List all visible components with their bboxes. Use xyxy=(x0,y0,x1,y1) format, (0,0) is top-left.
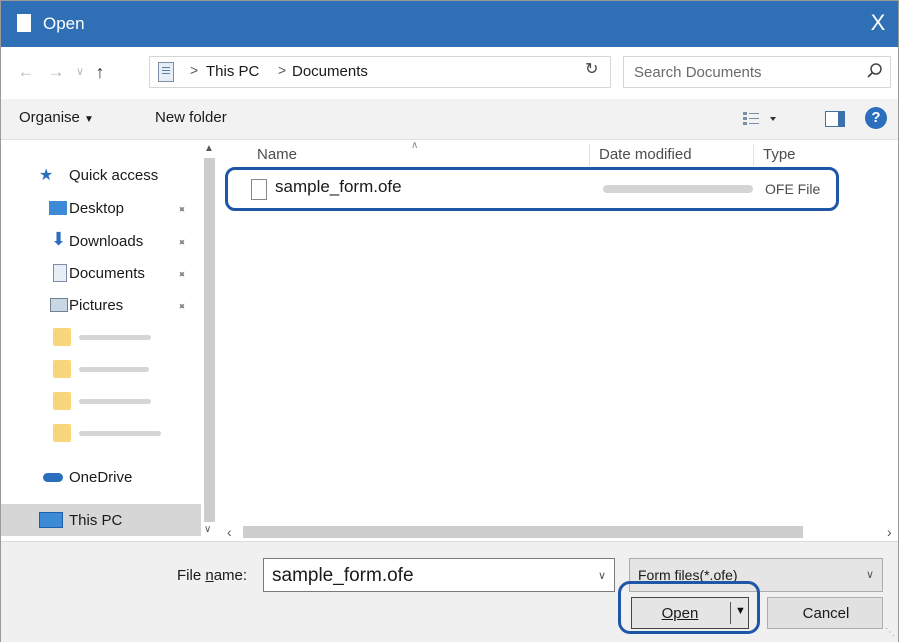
address-row: ← → ∨ ↑ > This PC > Documents ∨ ↻ xyxy=(1,47,898,99)
resize-grip-icon[interactable]: ⋱ xyxy=(885,627,895,638)
scrollbar-thumb[interactable] xyxy=(243,526,803,538)
nav-item-folder[interactable] xyxy=(1,420,201,448)
breadcrumb-this-pc[interactable]: This PC xyxy=(206,63,259,80)
open-button-highlight-annotation xyxy=(618,581,760,634)
documents-location-icon xyxy=(158,62,174,82)
sort-caret-icon: ∧ xyxy=(411,140,419,151)
recent-locations-chevron-icon[interactable]: ∨ xyxy=(69,61,91,83)
nav-item-folder[interactable] xyxy=(1,356,201,384)
new-folder-button[interactable]: New folder xyxy=(155,109,227,126)
open-dialog: Open X ← → ∨ ↑ > This PC > Documents ∨ ↻… xyxy=(0,0,899,642)
pin-icon: ✦ xyxy=(173,235,189,251)
folder-icon xyxy=(53,360,71,378)
preview-pane-icon[interactable] xyxy=(825,111,845,127)
nav-item-downloads[interactable]: ⬇ Downloads ✦ xyxy=(1,228,201,256)
column-divider[interactable] xyxy=(753,144,754,166)
close-icon[interactable]: X xyxy=(864,9,892,37)
nav-item-onedrive[interactable]: OneDrive xyxy=(1,464,201,492)
command-bar: Organise ▼ New folder ? xyxy=(1,99,898,140)
scrollbar-thumb[interactable] xyxy=(204,158,215,522)
file-name-input[interactable] xyxy=(270,562,584,590)
scroll-left-icon[interactable]: ‹ xyxy=(227,524,232,540)
up-arrow-icon[interactable]: ↑ xyxy=(89,61,111,83)
cloud-icon xyxy=(43,473,63,482)
nav-item-label: Documents xyxy=(69,265,145,282)
nav-item-label: OneDrive xyxy=(69,469,133,486)
organise-label: Organise xyxy=(19,109,80,126)
nav-pane-scrollbar[interactable]: ▲ ∨ xyxy=(201,140,219,541)
nav-item-desktop[interactable]: Desktop ✦ xyxy=(1,195,201,223)
view-options-icon[interactable] xyxy=(743,109,783,129)
nav-item-label: Downloads xyxy=(69,233,144,250)
breadcrumb-separator: > xyxy=(278,62,287,78)
pictures-icon xyxy=(50,298,68,312)
breadcrumb-documents[interactable]: Documents xyxy=(292,63,368,80)
redacted-folder-name xyxy=(79,399,151,404)
column-header-type[interactable]: Type xyxy=(763,146,796,163)
nav-item-pictures[interactable]: Pictures ✦ xyxy=(1,292,201,320)
nav-item-folder[interactable] xyxy=(1,324,201,352)
redacted-folder-name xyxy=(79,335,151,340)
nav-item-label: This PC xyxy=(69,512,123,529)
pin-icon: ✦ xyxy=(173,299,189,315)
search-box[interactable] xyxy=(623,56,891,88)
search-input[interactable] xyxy=(632,59,856,85)
scroll-right-icon[interactable]: › xyxy=(887,524,892,540)
dialog-footer: File name: ∨ Form files(*.ofe) ∨ Open ▼ … xyxy=(1,541,898,642)
cancel-button-label: Cancel xyxy=(802,605,850,622)
file-highlight-annotation xyxy=(225,167,839,211)
documents-icon xyxy=(53,264,67,282)
cancel-button[interactable]: Cancel xyxy=(767,597,883,629)
search-icon xyxy=(867,63,882,78)
title-bar: Open X xyxy=(1,1,898,47)
navigation-pane: ★ Quick access Desktop ✦ ⬇ Downloads ✦ D… xyxy=(1,140,201,541)
download-icon: ⬇ xyxy=(51,229,67,249)
horizontal-scrollbar[interactable]: ‹ › xyxy=(219,523,897,541)
back-arrow-icon[interactable]: ← xyxy=(15,61,37,83)
organise-button[interactable]: Organise ▼ xyxy=(19,109,94,126)
redacted-folder-name xyxy=(79,431,161,436)
dialog-title: Open xyxy=(43,14,85,33)
redacted-folder-name xyxy=(79,367,149,372)
file-name-label: File name: xyxy=(177,567,248,584)
nav-item-label: Quick access xyxy=(69,167,159,184)
nav-item-label: Desktop xyxy=(69,200,125,217)
nav-item-this-pc[interactable]: This PC xyxy=(1,504,201,536)
column-header-date-modified[interactable]: Date modified xyxy=(599,146,692,163)
nav-item-label: Pictures xyxy=(69,297,124,314)
address-bar[interactable]: > This PC > Documents ∨ xyxy=(149,56,710,88)
nav-item-documents[interactable]: Documents ✦ xyxy=(1,260,201,288)
refresh-icon[interactable]: ↻ xyxy=(585,59,598,79)
star-icon: ★ xyxy=(39,167,54,184)
folder-icon xyxy=(53,424,71,442)
chevron-down-icon: ∨ xyxy=(865,569,874,581)
file-name-combobox[interactable]: ∨ xyxy=(263,558,615,592)
pin-icon: ✦ xyxy=(173,202,189,218)
desktop-icon xyxy=(49,201,67,215)
nav-item-quick-access[interactable]: ★ Quick access xyxy=(1,162,201,190)
breadcrumb-separator: > xyxy=(190,62,199,78)
column-header-name[interactable]: Name xyxy=(257,146,297,163)
chevron-down-icon: ▼ xyxy=(84,114,94,125)
document-icon xyxy=(17,14,31,32)
pin-icon: ✦ xyxy=(173,267,189,283)
scroll-down-icon[interactable]: ∨ xyxy=(204,524,211,535)
column-divider[interactable] xyxy=(589,144,590,166)
folder-icon xyxy=(53,392,71,410)
nav-item-folder[interactable] xyxy=(1,388,201,416)
forward-arrow-icon[interactable]: → xyxy=(45,61,67,83)
help-icon[interactable]: ? xyxy=(865,107,887,129)
folder-icon xyxy=(53,328,71,346)
scroll-up-icon[interactable]: ▲ xyxy=(204,143,214,154)
computer-icon xyxy=(39,512,63,528)
chevron-down-icon[interactable]: ∨ xyxy=(598,569,606,582)
